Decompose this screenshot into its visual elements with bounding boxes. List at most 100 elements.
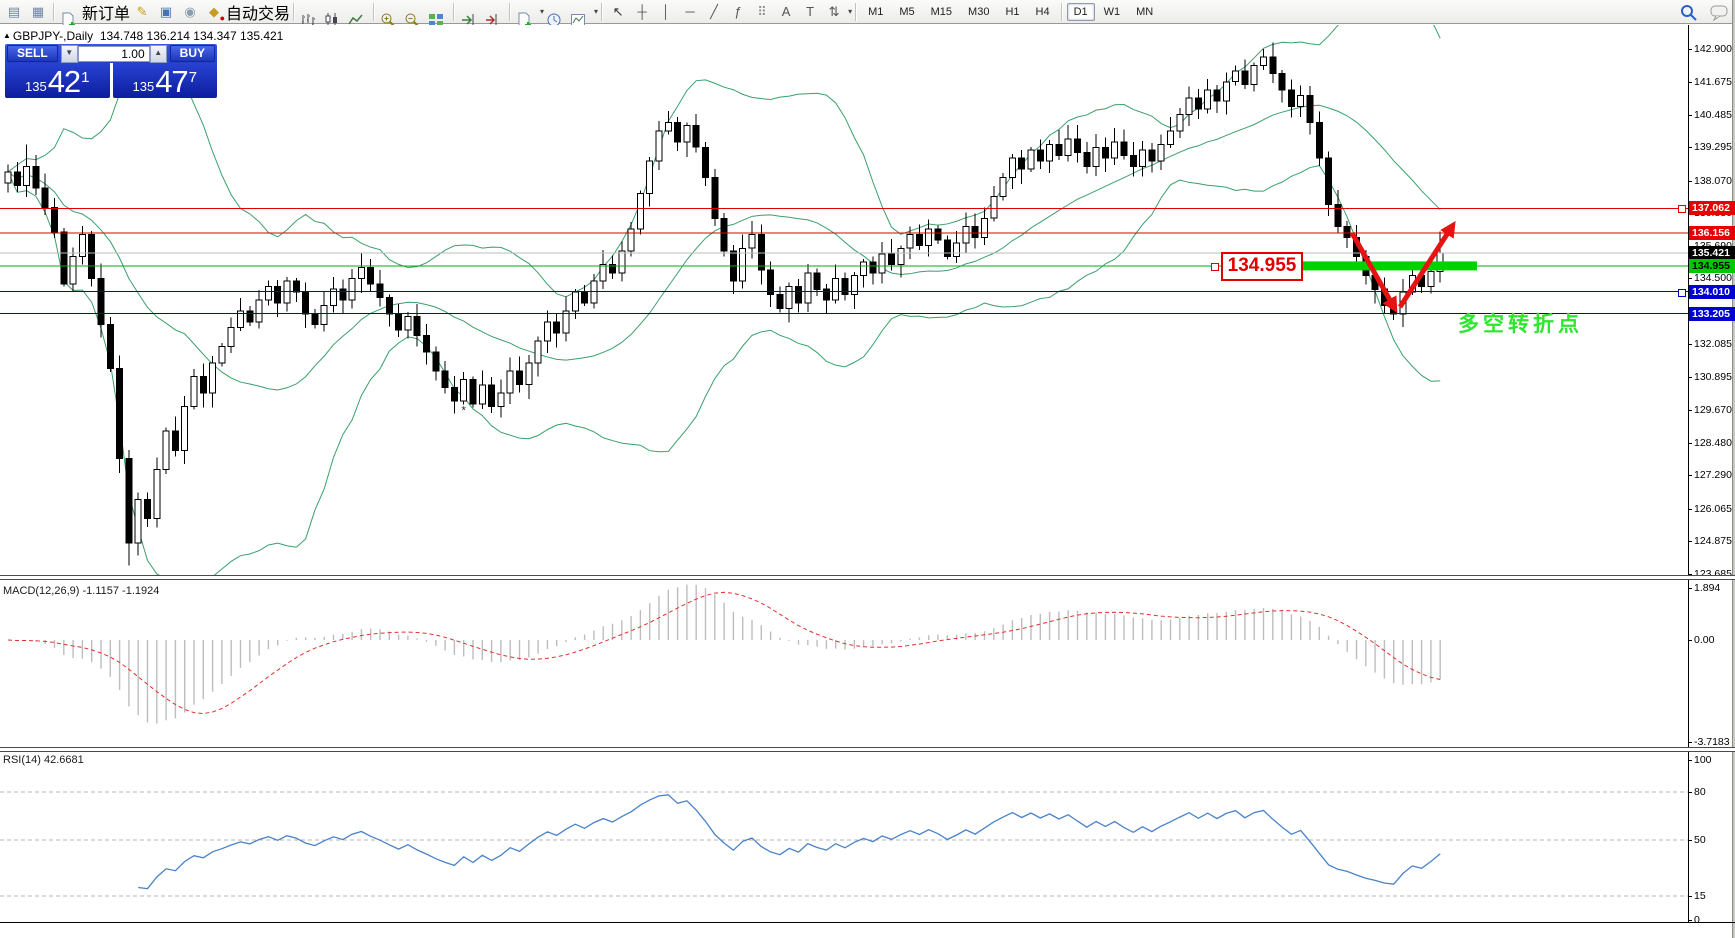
main-toolbar: ▤ ▦ 新订单 ✎ ▣ ◉ ◆ ● 自动交易 ▾ ▾ ↖ ┼ │ ─ ╱ ƒ ⠿ A T ⇅ ▾ M1 M5 M15 M30 H1 H… — [0, 0, 1735, 28]
auto-scroll-button[interactable] — [459, 1, 481, 26]
trendline-button[interactable]: ╱ — [703, 1, 725, 23]
buy-button[interactable]: BUY — [169, 45, 215, 62]
price-tick: 129.670 — [1694, 404, 1732, 417]
new-order-button[interactable] — [59, 1, 81, 28]
price-tick: 128.480 — [1694, 436, 1732, 449]
text-label-button[interactable]: T — [799, 1, 821, 23]
cursor-button[interactable]: ↖ — [607, 1, 629, 23]
horizontal-line-button[interactable]: ─ — [679, 1, 701, 23]
auto-trading-badge: ● — [219, 12, 226, 23]
toolbar-separator — [601, 2, 604, 21]
macd-tick: -3.7183 — [1694, 735, 1730, 748]
metaeditor-icon: ✎ — [136, 4, 148, 19]
cursor-icon: ↖ — [612, 4, 624, 19]
arrows-button[interactable]: ⇅ — [823, 1, 845, 23]
timeframe-H1[interactable]: H1 — [998, 3, 1026, 21]
text-icon: A — [781, 4, 791, 19]
line-handle[interactable] — [1211, 262, 1219, 271]
chart-symbol-line: ▲ GBPJPY-,Daily 134.748 136.214 134.347 1… — [3, 29, 283, 43]
dropdown-caret-icon[interactable]: ▾ — [848, 7, 852, 16]
indicators-button[interactable] — [515, 1, 537, 28]
zoom-in-button[interactable] — [379, 1, 401, 27]
chart-preview-button[interactable]: ▦ — [27, 1, 49, 23]
price-tick: 142.900 — [1694, 43, 1732, 55]
price-tag: 134.955 — [1689, 258, 1735, 273]
price-tag: 136.156 — [1689, 226, 1735, 241]
timeframe-M5[interactable]: M5 — [892, 3, 921, 21]
chart-title: GBPJPY-,Daily — [12, 29, 94, 43]
macd-tick: 0.00 — [1694, 634, 1715, 646]
toolbar-separator — [453, 2, 456, 21]
crosshair-icon: ┼ — [637, 4, 647, 19]
line-handle[interactable] — [1678, 288, 1686, 297]
volume-input[interactable] — [77, 45, 150, 62]
macd-canvas[interactable] — [0, 581, 1688, 748]
rsi-canvas[interactable] — [0, 753, 1688, 922]
rsi-tick: 80 — [1694, 786, 1706, 798]
vertical-line-button[interactable]: │ — [655, 1, 677, 23]
price-tick: 127.290 — [1694, 469, 1732, 482]
collapse-icon[interactable]: ▲ — [3, 31, 11, 40]
bar-chart-type-button[interactable] — [299, 1, 321, 26]
trendline-icon: ╱ — [710, 4, 718, 19]
price-tick: 132.085 — [1694, 338, 1732, 351]
timeframe-D1[interactable]: D1 — [1066, 2, 1095, 21]
svg-text:*: * — [461, 404, 466, 418]
rsi-tick: 100 — [1694, 754, 1712, 766]
mt4-window: ▤ ▦ 新订单 ✎ ▣ ◉ ◆ ● 自动交易 ▾ ▾ ↖ ┼ │ ─ ╱ ƒ ⠿ A T ⇅ ▾ M1 M5 M15 M30 H1 H… — [0, 0, 1735, 938]
support-price-label[interactable]: 134.955 — [1221, 251, 1303, 281]
chat-icon[interactable] — [1708, 2, 1730, 24]
fibo-grid-button[interactable]: ⠿ — [751, 1, 773, 23]
price-tick: 141.675 — [1694, 76, 1732, 89]
pane-splitter-macd[interactable] — [0, 575, 1735, 580]
turning-point-annotation[interactable]: 多空转折点 — [1458, 308, 1583, 338]
rsi-tick: 0 — [1694, 914, 1700, 926]
timeframe-M1[interactable]: M1 — [861, 3, 890, 21]
dropdown-caret-icon[interactable]: ▾ — [594, 7, 598, 16]
periods-button[interactable] — [545, 1, 567, 26]
zoom-out-button[interactable] — [403, 1, 425, 27]
templates-button[interactable] — [569, 1, 591, 26]
text-button[interactable]: A — [775, 1, 797, 23]
charts-list-button[interactable]: ▤ — [3, 1, 25, 23]
price-tag: 134.010 — [1689, 284, 1735, 299]
chart-shift-button[interactable] — [483, 1, 505, 26]
dropdown-caret-icon[interactable]: ▾ — [540, 7, 544, 16]
volume-up-button[interactable]: ▲ — [149, 44, 167, 63]
signals-button[interactable]: ◉ — [179, 1, 201, 23]
sell-button[interactable]: SELL — [7, 45, 58, 62]
price-tick: 126.065 — [1694, 502, 1732, 515]
toolbar-separator — [509, 2, 512, 21]
main-chart-canvas[interactable]: * — [0, 25, 1688, 576]
fibonacci-icon: ƒ — [734, 4, 742, 19]
sell-price[interactable]: 135 42 1 — [5, 63, 110, 98]
timeframe-M30[interactable]: M30 — [961, 3, 996, 21]
buy-price[interactable]: 135 47 7 — [112, 63, 217, 98]
price-tick: 140.485 — [1694, 108, 1732, 121]
timeframe-H4[interactable]: H4 — [1029, 3, 1057, 21]
crosshair-button[interactable]: ┼ — [631, 1, 653, 23]
fibonacci-button[interactable]: ƒ — [727, 1, 749, 23]
chart-window[interactable]: ▲ GBPJPY-,Daily 134.748 136.214 134.347 1… — [0, 25, 1735, 938]
horizontal-line-icon: ─ — [685, 4, 695, 19]
chart-preview-icon: ▦ — [31, 4, 45, 19]
line-chart-type-button[interactable] — [347, 1, 369, 24]
terminal-button[interactable]: ▣ — [155, 1, 177, 23]
timeframe-W1[interactable]: W1 — [1097, 3, 1128, 21]
metaeditor-button[interactable]: ✎ — [131, 1, 153, 23]
search-icon[interactable] — [1678, 2, 1700, 24]
tile-windows-button[interactable] — [427, 1, 449, 26]
timeframe-MN[interactable]: MN — [1129, 3, 1160, 21]
candlestick-chart-type-button[interactable] — [323, 1, 345, 27]
volume-down-button[interactable]: ▼ — [60, 44, 78, 63]
line-handle[interactable] — [1678, 205, 1686, 214]
pane-splitter-rsi[interactable] — [0, 747, 1735, 752]
support-bar — [1302, 261, 1477, 271]
timeframe-M15[interactable]: M15 — [924, 3, 959, 21]
price-tag: 133.205 — [1689, 306, 1735, 321]
auto-trading-button[interactable]: ◆ ● — [203, 1, 225, 23]
signals-icon: ◉ — [184, 4, 196, 19]
toolbar-separator — [373, 2, 376, 21]
auto-trading-icon: ◆ — [209, 4, 220, 19]
text-label-icon: T — [806, 4, 815, 19]
